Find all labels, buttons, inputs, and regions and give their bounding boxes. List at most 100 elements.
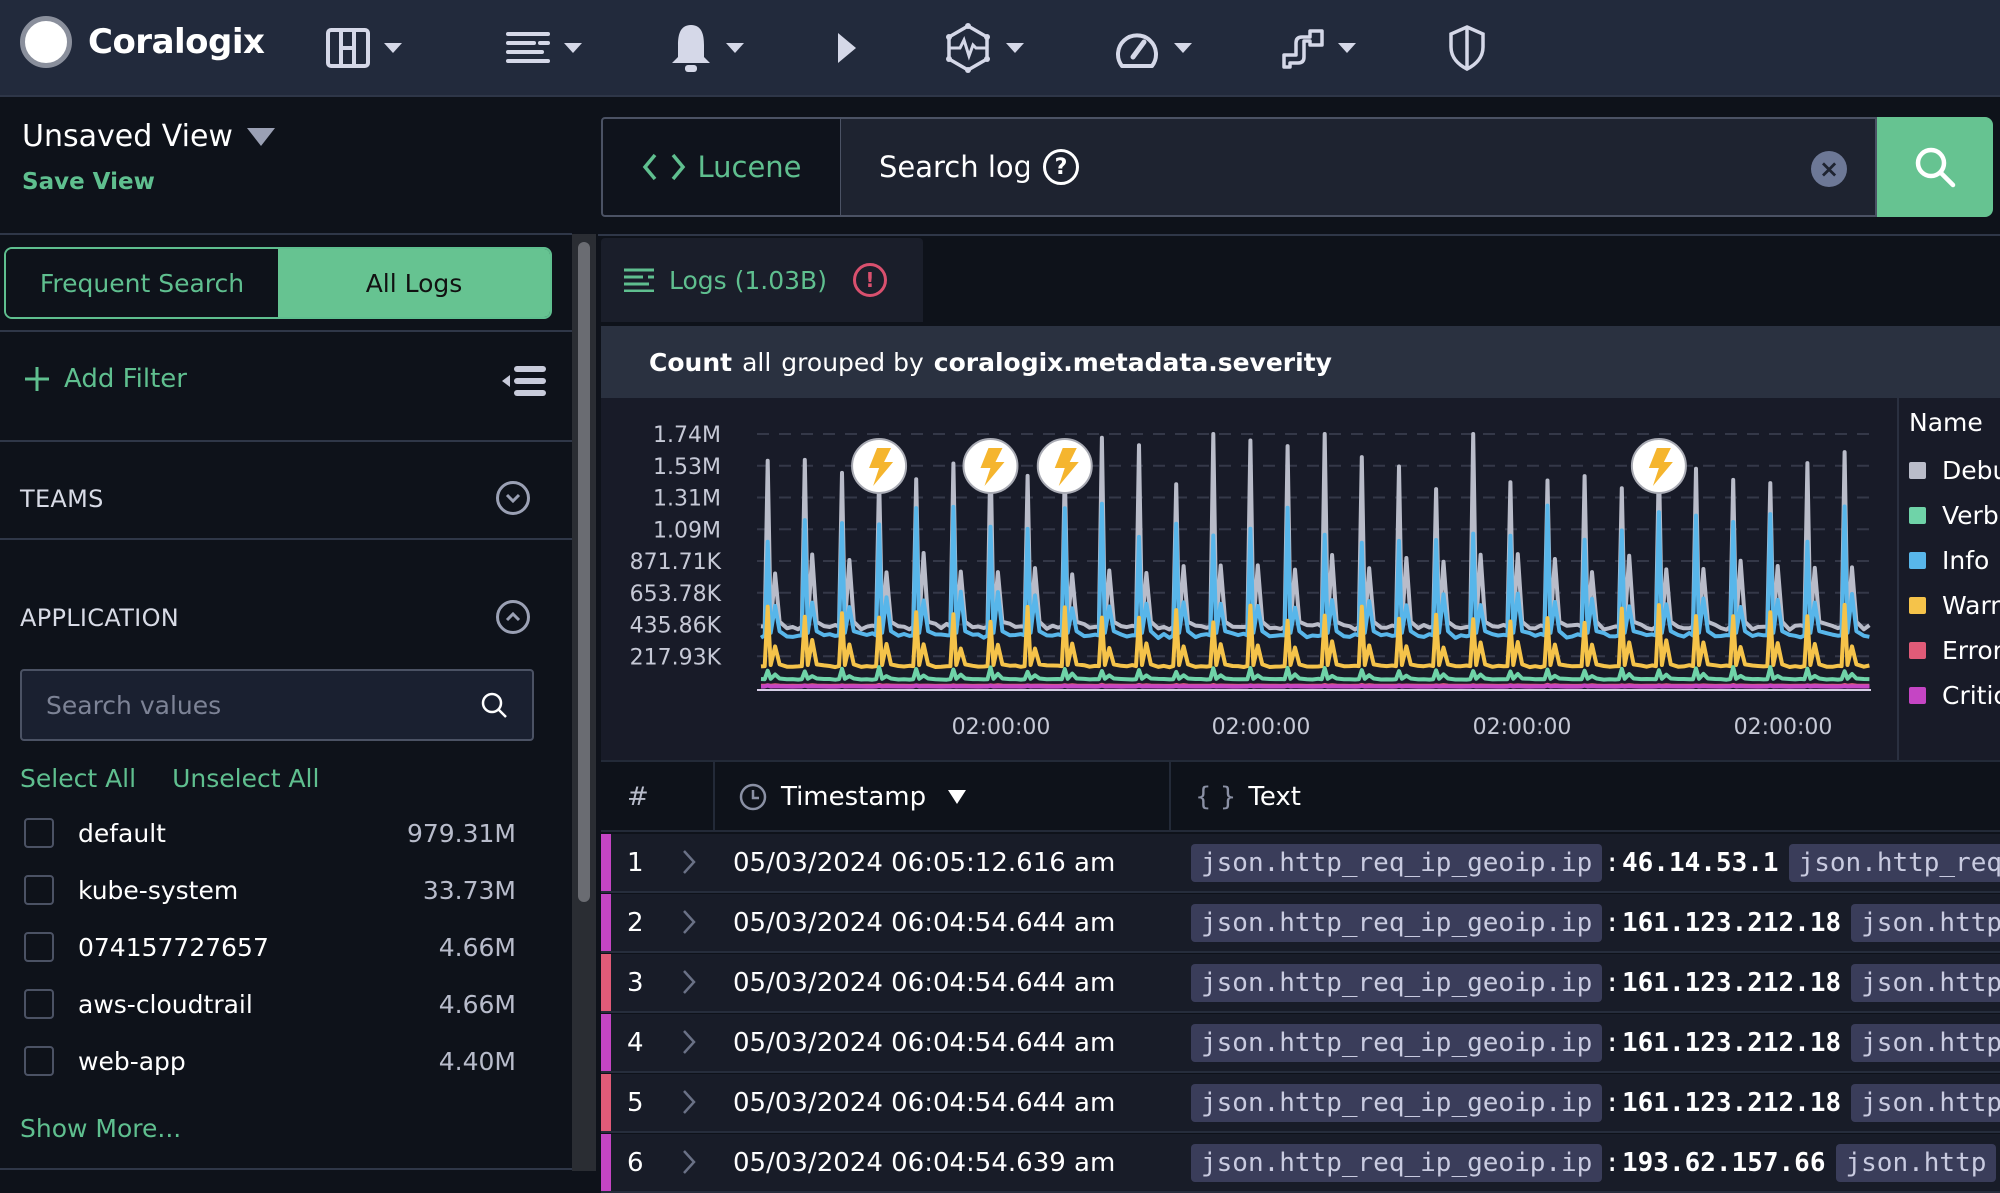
aggregation-function[interactable]: Count <box>649 348 732 377</box>
collapse-filters-button[interactable] <box>502 365 548 401</box>
chevron-down-icon <box>505 493 521 503</box>
section-application-title[interactable]: APPLICATION <box>20 604 179 632</box>
section-application-toggle[interactable] <box>496 600 530 634</box>
nav-data-flow[interactable] <box>1282 22 1356 74</box>
column-header-text[interactable]: { } Text <box>1195 762 1301 832</box>
field-key-chip[interactable]: json.http <box>1835 1144 1997 1182</box>
checkbox[interactable] <box>24 875 54 905</box>
table-row[interactable]: 3 05/03/2024 06:04:54.644 am json.http_req… <box>601 954 2000 1013</box>
table-row[interactable]: 2 05/03/2024 06:04:54.644 am json.http_req… <box>601 894 2000 953</box>
checkbox[interactable] <box>24 1046 54 1076</box>
legend-item[interactable]: Debug <box>1909 456 2000 485</box>
legend-item[interactable]: Info <box>1909 546 1989 575</box>
table-row[interactable]: 6 05/03/2024 06:04:54.639 am json.http_req… <box>601 1134 2000 1193</box>
checkbox[interactable] <box>24 989 54 1019</box>
legend-item[interactable]: Verbose <box>1909 501 2000 530</box>
series-line-verbose[interactable] <box>760 665 1870 682</box>
sort-desc-icon[interactable] <box>948 790 967 804</box>
anomaly-marker[interactable] <box>851 438 908 494</box>
view-selector[interactable]: Unsaved View <box>22 119 275 154</box>
field-key-chip[interactable]: json.http_req_ip_geoip.ip <box>1191 844 1603 882</box>
row-index: 6 <box>627 1147 644 1178</box>
expand-row-button[interactable] <box>681 1148 697 1180</box>
field-value[interactable]: 161.123.212.18 <box>1622 908 1841 938</box>
select-all-link[interactable]: Select All <box>20 764 136 793</box>
series-line-critical[interactable] <box>760 683 1870 689</box>
field-value[interactable]: 193.62.157.66 <box>1622 1148 1826 1178</box>
expand-row-button[interactable] <box>681 968 697 1000</box>
search-values-input[interactable] <box>46 690 480 720</box>
row-timestamp: 05/03/2024 06:04:54.644 am <box>733 907 1116 938</box>
field-key-chip[interactable]: json.http <box>1851 1024 2000 1062</box>
field-key-chip[interactable]: json.http <box>1851 1084 2000 1122</box>
chevron-right-icon <box>683 910 696 934</box>
field-key-chip[interactable]: json.http_req <box>1788 844 2000 882</box>
anomaly-marker[interactable] <box>1630 438 1687 494</box>
field-key-chip[interactable]: json.http_req_ip_geoip.ip <box>1191 904 1603 942</box>
nav-logs[interactable] <box>506 22 582 74</box>
tab-all-logs[interactable]: All Logs <box>278 249 550 317</box>
field-value[interactable]: 46.14.53.1 <box>1622 848 1779 878</box>
query-mode-button[interactable]: Lucene <box>601 117 841 217</box>
field-key-chip[interactable]: json.http_req_ip_geoip.ip <box>1191 1084 1603 1122</box>
show-more-link[interactable]: Show More... <box>20 1114 181 1143</box>
checkbox[interactable] <box>24 932 54 962</box>
aggregation-scope: all <box>742 347 772 377</box>
tab-frequent-search[interactable]: Frequent Search <box>6 249 278 317</box>
tab-logs[interactable]: Logs (1.03B) ! <box>601 238 923 322</box>
expand-row-button[interactable] <box>681 1088 697 1120</box>
search-logs-input[interactable] <box>879 150 1029 184</box>
table-row[interactable]: 1 05/03/2024 06:05:12.616 am json.http_req… <box>601 834 2000 893</box>
group-by-field[interactable]: coralogix.metadata.severity <box>934 348 1332 377</box>
search-submit-button[interactable] <box>1877 117 1993 217</box>
field-key-chip[interactable]: json.http_req_ip_geoip.ip <box>1191 1024 1603 1062</box>
sidebar-scrollbar[interactable] <box>572 234 596 1171</box>
field-value[interactable]: 161.123.212.18 <box>1622 1028 1841 1058</box>
logo[interactable]: Coralogix <box>20 16 265 68</box>
column-header-timestamp[interactable]: Timestamp <box>739 762 967 832</box>
save-view-link[interactable]: Save View <box>22 169 155 195</box>
plus-icon <box>25 367 49 391</box>
legend-swatch <box>1909 687 1926 704</box>
list-item[interactable]: aws-cloudtrail 4.66M <box>24 982 516 1026</box>
field-key-chip[interactable]: json.http_req_ip_geoip.ip <box>1191 1144 1603 1182</box>
scrollbar-thumb[interactable] <box>578 242 590 902</box>
legend-item[interactable]: Warning <box>1909 591 2000 620</box>
nav-dashboards[interactable] <box>326 22 402 74</box>
anomaly-marker[interactable] <box>1036 438 1093 494</box>
list-item[interactable]: 074157727657 4.66M <box>24 925 516 969</box>
add-filter-button[interactable]: Add Filter <box>24 364 187 394</box>
field-value[interactable]: 161.123.212.18 <box>1622 1088 1841 1118</box>
expand-row-button[interactable] <box>681 848 697 880</box>
warning-icon[interactable]: ! <box>852 263 887 297</box>
list-item[interactable]: kube-system 33.73M <box>24 868 516 912</box>
expand-row-button[interactable] <box>681 908 697 940</box>
legend-item[interactable]: Critical <box>1909 681 2000 710</box>
nav-alerts[interactable] <box>670 22 744 74</box>
app-count: 4.66M <box>438 932 516 962</box>
section-teams-toggle[interactable] <box>496 481 530 515</box>
list-item[interactable]: default 979.31M <box>24 811 516 855</box>
field-value[interactable]: 161.123.212.18 <box>1622 968 1841 998</box>
table-row[interactable]: 5 05/03/2024 06:04:54.644 am json.http_req… <box>601 1074 2000 1133</box>
field-key-chip[interactable]: json.http <box>1851 904 2000 942</box>
nav-metrics[interactable] <box>1114 22 1192 74</box>
help-icon[interactable]: ? <box>1043 149 1079 185</box>
nav-security[interactable] <box>1448 22 1486 74</box>
search-icon <box>481 692 507 718</box>
expand-row-button[interactable] <box>681 1028 697 1060</box>
table-row[interactable]: 4 05/03/2024 06:04:54.644 am json.http_req… <box>601 1014 2000 1073</box>
row-index: 1 <box>627 847 644 878</box>
anomaly-marker[interactable] <box>962 438 1019 494</box>
section-teams-title[interactable]: TEAMS <box>20 485 104 513</box>
nav-livetail[interactable] <box>836 22 858 74</box>
y-tick-label: 1.31M <box>653 487 721 512</box>
checkbox[interactable] <box>24 818 54 848</box>
field-key-chip[interactable]: json.http <box>1851 964 2000 1002</box>
unselect-all-link[interactable]: Unselect All <box>172 764 319 793</box>
list-item[interactable]: web-app 4.40M <box>24 1039 516 1083</box>
legend-item[interactable]: Error <box>1909 636 2000 665</box>
nav-apm[interactable] <box>944 22 1024 74</box>
clear-search-button[interactable]: × <box>1811 151 1847 187</box>
field-key-chip[interactable]: json.http_req_ip_geoip.ip <box>1191 964 1603 1002</box>
